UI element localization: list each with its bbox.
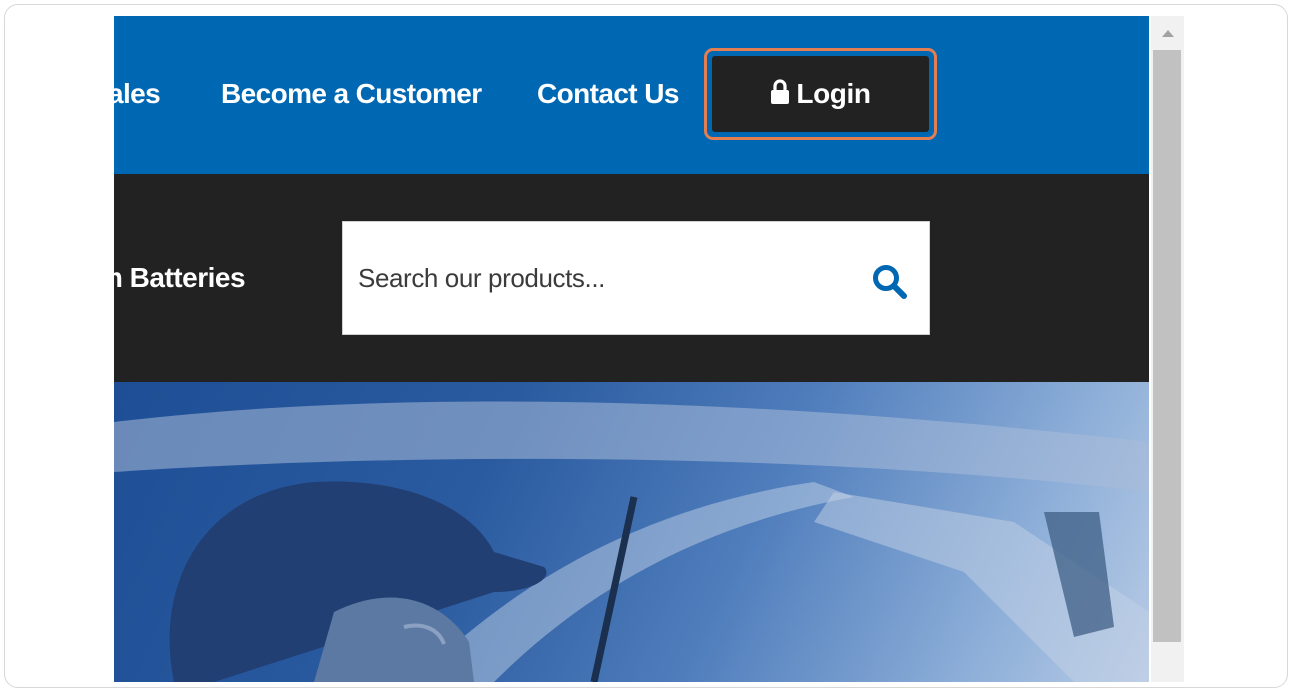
scrollbar-thumb[interactable]	[1153, 50, 1181, 642]
search-band: m Batteries	[114, 174, 1149, 382]
lock-icon	[771, 79, 790, 104]
search-input[interactable]	[358, 256, 838, 300]
login-highlight-outline: Login	[704, 48, 937, 140]
nav-link-sales[interactable]: ales	[114, 78, 161, 110]
hero-image	[114, 382, 1149, 682]
search-icon[interactable]	[871, 263, 909, 301]
browser-viewport: ales Become a Customer Contact Us Login …	[114, 16, 1149, 682]
login-button-label: Login	[796, 78, 871, 109]
top-navigation-bar: ales Become a Customer Contact Us Login	[114, 16, 1149, 174]
chevron-up-icon	[1161, 29, 1174, 37]
scroll-up-button[interactable]	[1151, 16, 1184, 49]
search-box	[342, 221, 930, 335]
hero-photo-illustration	[114, 401, 1149, 682]
nav-link-become-a-customer[interactable]: Become a Customer	[221, 78, 482, 110]
login-button[interactable]: Login	[712, 56, 929, 132]
nav-link-contact-us[interactable]: Contact Us	[537, 78, 679, 110]
vertical-scrollbar[interactable]	[1151, 16, 1184, 682]
brand-tagline: m Batteries	[114, 262, 246, 293]
